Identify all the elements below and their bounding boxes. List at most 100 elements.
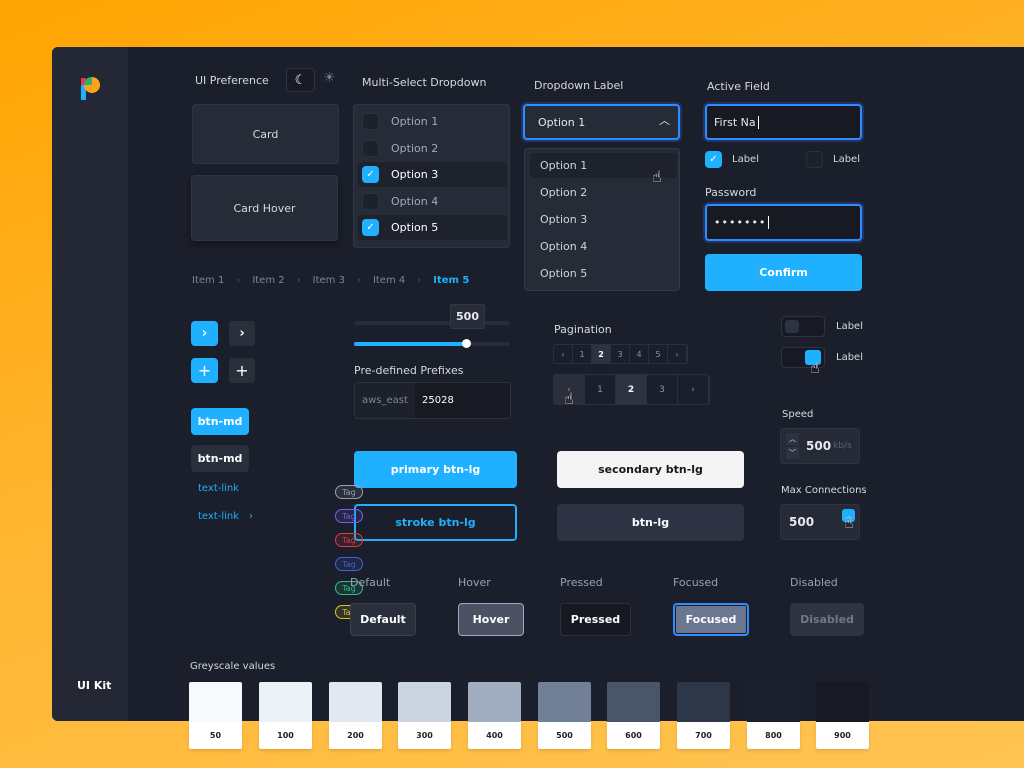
multi-select-option[interactable]: ✓ Option 5 [358, 215, 507, 240]
state-heading: Disabled [790, 576, 838, 589]
speed-value: 500 [806, 439, 832, 453]
text-link-chevron[interactable]: text-link › [198, 511, 253, 522]
option-label: Option 3 [391, 168, 439, 181]
chevron-right-primary-button[interactable]: › [191, 321, 218, 346]
checkbox-label: Label [833, 154, 860, 165]
multi-select-label: Multi-Select Dropdown [362, 76, 487, 89]
page-button[interactable]: › [678, 375, 709, 404]
option-label: Option 5 [391, 221, 439, 234]
swatch-label: 500 [538, 722, 591, 749]
secondary-btn-lg[interactable]: secondary btn-lg [557, 451, 744, 488]
password-value: ••••••• [714, 216, 767, 229]
tag: Tag [335, 533, 363, 547]
page-button[interactable]: 2 [616, 375, 647, 404]
dropdown-option[interactable]: Option 3 [530, 207, 677, 232]
checkbox-1[interactable]: ✓ Label [705, 151, 759, 168]
max-connections-value: 500 [789, 515, 815, 529]
page-button[interactable]: › [668, 345, 687, 363]
focused-state-button[interactable]: Focused [673, 603, 749, 636]
dropdown-option[interactable]: Option 5 [530, 261, 677, 286]
slider-fill [354, 342, 467, 346]
breadcrumb-item[interactable]: Item 4 [373, 275, 405, 286]
page-button[interactable]: 1 [573, 345, 592, 363]
multi-select-option[interactable]: Option 1 [358, 109, 507, 134]
breadcrumb-item[interactable]: Item 1 [192, 275, 224, 286]
chevron-right-button[interactable]: › [229, 321, 255, 346]
chevron-right-icon: › [236, 275, 241, 286]
page-button[interactable]: 5 [649, 345, 668, 363]
text-link[interactable]: text-link [198, 483, 239, 494]
swatch-label: 200 [329, 722, 382, 749]
multi-select-option[interactable]: Option 2 [358, 136, 507, 161]
chevron-up-icon: ︿ [659, 114, 670, 127]
prefix-value: 25028 [415, 383, 510, 418]
chevron-down-icon[interactable]: ﹀ [786, 447, 799, 459]
pressed-state-button[interactable]: Pressed [560, 603, 631, 636]
checkbox[interactable] [362, 113, 379, 130]
confirm-button[interactable]: Confirm [705, 254, 862, 291]
page-button[interactable]: 2 [592, 345, 611, 363]
multi-select-dropdown: Option 1 Option 2 ✓ Option 3 Option 4 ✓ Option… [353, 104, 510, 248]
swatch-label: 700 [677, 722, 730, 749]
breadcrumb-item[interactable]: Item 5 [433, 275, 469, 286]
state-heading: Default [350, 576, 391, 589]
multi-select-option[interactable]: ✓ Option 3 [358, 162, 507, 187]
hover-state-button[interactable]: Hover [458, 603, 524, 636]
btn-lg[interactable]: btn-lg [557, 504, 744, 541]
plus-button[interactable]: + [229, 358, 255, 383]
slider-thumb[interactable] [462, 339, 472, 348]
password-input[interactable]: ••••••• [705, 204, 862, 241]
toggle-label: Label [836, 352, 863, 363]
breadcrumb-item[interactable]: Item 3 [313, 275, 345, 286]
speed-label: Speed [782, 409, 814, 420]
dropdown-select[interactable]: Option 1 ︿ [523, 104, 680, 140]
state-heading: Hover [458, 576, 491, 589]
pagination-small: ‹ 1 2 3 4 5 › [553, 344, 688, 364]
breadcrumb-item[interactable]: Item 2 [252, 275, 284, 286]
dropdown-option[interactable]: Option 4 [530, 234, 677, 259]
ui-preference-label: UI Preference [195, 74, 269, 87]
speed-stepper[interactable]: ︿ ﹀ 500 kb/s [780, 428, 860, 464]
btn-md[interactable]: btn-md [191, 445, 249, 472]
chevron-right-icon: › [417, 275, 422, 286]
logo [81, 77, 100, 100]
prefix-addon: aws_east [355, 383, 415, 418]
sidebar-label: UI Kit [77, 679, 112, 692]
checkbox[interactable] [362, 139, 379, 157]
option-label: Option 4 [391, 194, 439, 208]
stroke-btn-lg[interactable]: stroke btn-lg [354, 504, 517, 541]
slider[interactable] [354, 339, 510, 348]
card-hover[interactable]: Card Hover [191, 175, 338, 241]
chevron-right-icon: › [356, 275, 361, 286]
first-name-input[interactable]: First Na [705, 104, 862, 140]
prefix-label: Pre-defined Prefixes [354, 364, 464, 377]
text-link-label: text-link [198, 511, 240, 522]
primary-btn-lg[interactable]: primary btn-lg [354, 451, 517, 488]
page-button[interactable]: 3 [611, 345, 630, 363]
page-button[interactable]: 4 [630, 345, 649, 363]
btn-md-primary[interactable]: btn-md [191, 408, 249, 435]
checkbox[interactable]: ✓ [362, 219, 379, 236]
toggle-off[interactable] [781, 316, 825, 337]
sun-icon[interactable]: ☀ [323, 70, 336, 86]
state-heading: Pressed [560, 576, 603, 589]
checkbox[interactable]: ✓ [362, 166, 379, 183]
chevron-up-icon[interactable]: ︿ [786, 433, 799, 445]
tag: Tag [335, 485, 363, 499]
checkbox-2[interactable]: Label [806, 151, 860, 168]
prefix-input[interactable]: aws_east 25028 [354, 382, 511, 419]
multi-select-option[interactable]: Option 4 [358, 189, 507, 214]
plus-primary-button[interactable]: + [191, 358, 218, 383]
toggle-label: Label [836, 321, 863, 332]
default-state-button[interactable]: Default [350, 603, 416, 636]
page-button[interactable]: 3 [647, 375, 678, 404]
checkbox[interactable] [362, 192, 379, 210]
page-button[interactable]: ‹ [554, 345, 573, 363]
swatch-label: 400 [468, 722, 521, 749]
check-icon: ✓ [705, 151, 722, 168]
moon-icon[interactable]: ☾ [286, 68, 315, 92]
slider-tooltip: 500 [450, 304, 485, 329]
page-button[interactable]: 1 [585, 375, 616, 404]
disabled-state-button[interactable]: Disabled [790, 603, 864, 636]
card[interactable]: Card [192, 104, 339, 164]
